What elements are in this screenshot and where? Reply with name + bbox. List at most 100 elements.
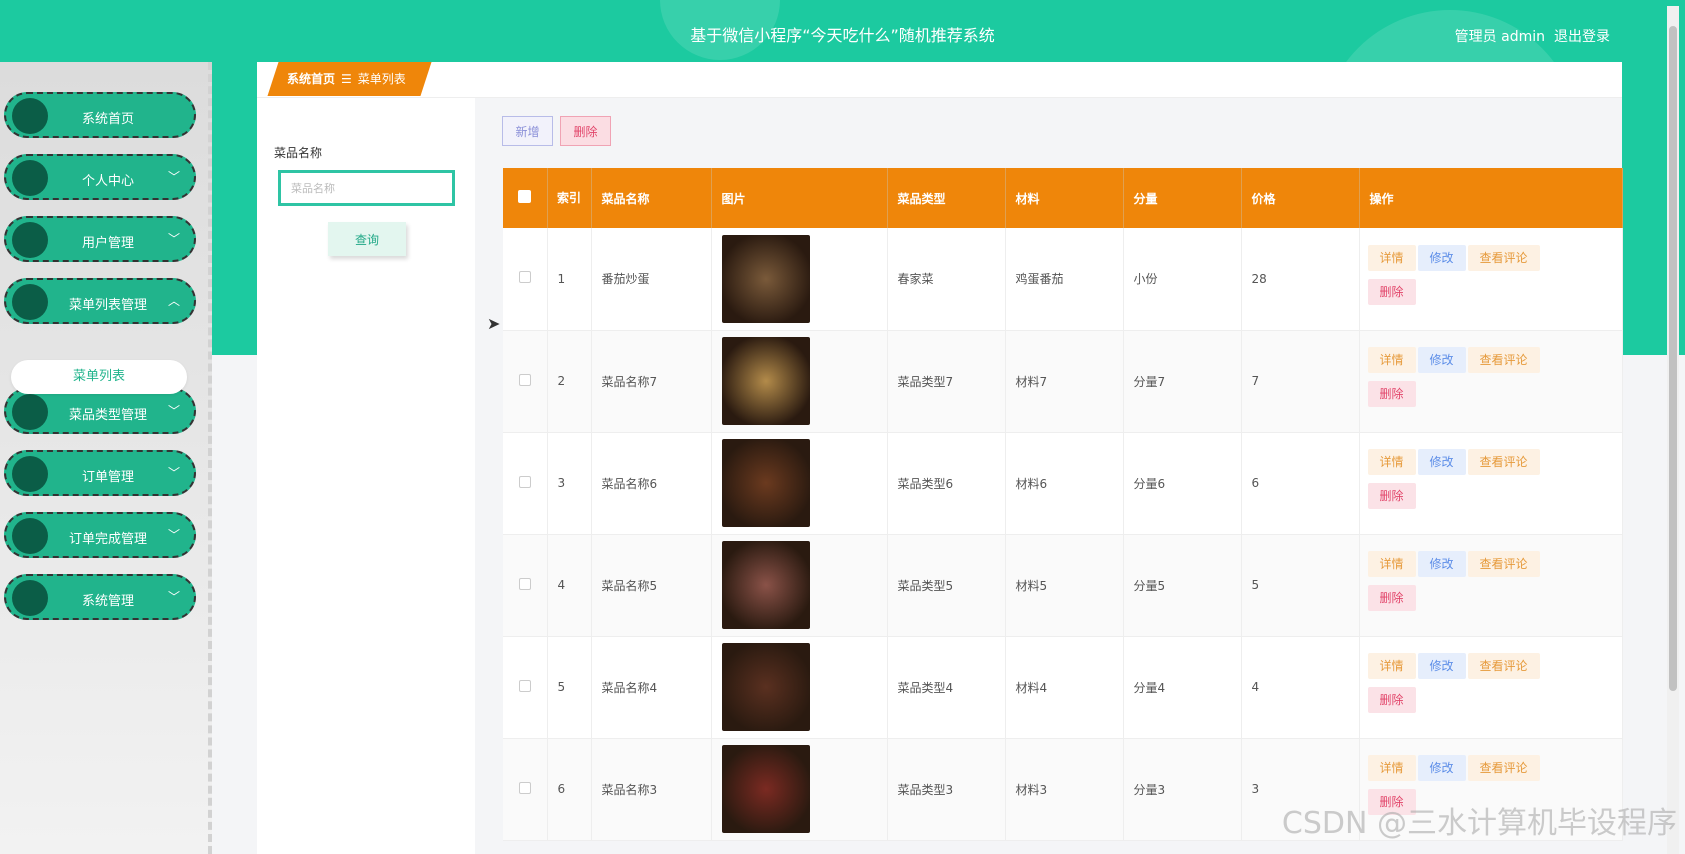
chevron-icon: ﹀ — [167, 232, 180, 246]
chevron-icon: ﹀ — [167, 466, 180, 480]
sidebar-item-1[interactable]: 个人中心 ﹀ — [4, 154, 196, 200]
dish-image — [721, 541, 810, 629]
query-button[interactable]: 查询 — [328, 222, 406, 256]
top-header: 基于微信小程序“今天吃什么”随机推荐系统 管理员 admin 退出登录 — [0, 0, 1685, 270]
view-reviews-button[interactable]: 查看评论 — [1467, 551, 1540, 577]
breadcrumb-home[interactable]: 系统首页 — [287, 72, 335, 86]
view-reviews-button[interactable]: 查看评论 — [1467, 653, 1540, 679]
menu-dot-icon — [12, 394, 48, 430]
chevron-icon: ﹀ — [167, 404, 180, 418]
table-header-row: 索引 菜品名称 图片 菜品类型 材料 分量 价格 操作 — [503, 168, 1623, 228]
sidebar-item-label: 订单管理 — [81, 470, 134, 485]
cell-name: 菜品名称5 — [591, 534, 712, 637]
header-actions: 操作 — [1359, 168, 1623, 228]
cell-portion: 分量4 — [1123, 636, 1242, 739]
edit-button[interactable]: 修改 — [1417, 755, 1466, 781]
cell-price: 6 — [1241, 432, 1360, 535]
edit-button[interactable]: 修改 — [1417, 653, 1466, 679]
menu-dot-icon — [12, 518, 48, 554]
header-index: 索引 — [547, 168, 592, 228]
edit-button[interactable]: 修改 — [1417, 449, 1466, 475]
row-delete-button[interactable]: 删除 — [1367, 381, 1416, 407]
breadcrumb: 系统首页 ☰ 菜单列表 — [267, 62, 432, 96]
admin-user-label: 管理员 admin — [1454, 29, 1545, 45]
cell-type: 菜品类型6 — [887, 432, 1006, 535]
submenu-item-menu-list[interactable]: 菜单列表 — [11, 360, 187, 394]
search-input[interactable] — [278, 170, 455, 206]
cell-actions: 详情 修改 查看评论删除 — [1359, 534, 1623, 637]
detail-button[interactable]: 详情 — [1367, 755, 1416, 781]
detail-button[interactable]: 详情 — [1367, 347, 1416, 373]
header-price: 价格 — [1241, 168, 1360, 228]
row-delete-button[interactable]: 删除 — [1367, 483, 1416, 509]
menu-table: 索引 菜品名称 图片 菜品类型 材料 分量 价格 操作 1 番茄炒蛋 春家菜 鸡蛋番茄… — [503, 168, 1623, 841]
header-name: 菜品名称 — [591, 168, 712, 228]
edit-button[interactable]: 修改 — [1417, 551, 1466, 577]
logout-link[interactable]: 退出登录 — [1554, 26, 1610, 46]
cell-portion: 分量7 — [1123, 330, 1242, 433]
row-delete-button[interactable]: 删除 — [1367, 585, 1416, 611]
row-delete-button[interactable]: 删除 — [1367, 278, 1416, 305]
cell-actions: 详情 修改 查看评论删除 — [1359, 330, 1623, 433]
row-checkbox[interactable] — [503, 534, 548, 637]
edit-button[interactable]: 修改 — [1417, 347, 1466, 373]
chevron-icon: ﹀ — [167, 528, 180, 542]
sidebar-item-7[interactable]: 系统管理 ﹀ — [4, 574, 196, 620]
add-button[interactable]: 新增 — [502, 116, 553, 146]
cell-index: 6 — [547, 738, 592, 841]
table-row: 2 菜品名称7 菜品类型7 材料7 分量7 7 详情 修改 查看评论 删除 — [503, 330, 1623, 433]
view-reviews-button[interactable]: 查看评论 — [1467, 244, 1540, 271]
cell-index: 2 — [547, 330, 592, 433]
view-reviews-button[interactable]: 查看评论 — [1467, 347, 1540, 373]
cell-price: 5 — [1241, 534, 1360, 637]
dish-image — [721, 643, 810, 731]
row-checkbox[interactable] — [503, 228, 548, 331]
menu-dot-icon — [12, 98, 48, 134]
view-reviews-button[interactable]: 查看评论 — [1467, 449, 1540, 475]
row-delete-button[interactable]: 删除 — [1367, 687, 1416, 713]
cell-image — [711, 738, 888, 841]
cell-name: 菜品名称3 — [591, 738, 712, 841]
cell-image — [711, 432, 888, 535]
cell-name: 番茄炒蛋 — [591, 228, 712, 331]
dish-image — [721, 234, 810, 323]
detail-button[interactable]: 详情 — [1367, 449, 1416, 475]
cell-image — [711, 636, 888, 739]
sidebar-item-0[interactable]: 系统首页 — [4, 92, 196, 138]
sidebar-item-6[interactable]: 订单完成管理 ﹀ — [4, 512, 196, 558]
mouse-cursor-icon: ➤ — [487, 314, 501, 333]
sidebar-item-label: 订单完成管理 — [68, 532, 147, 547]
detail-button[interactable]: 详情 — [1367, 244, 1416, 271]
sidebar-item-label: 系统管理 — [81, 594, 134, 609]
delete-button[interactable]: 删除 — [560, 116, 611, 146]
cell-index: 3 — [547, 432, 592, 535]
cell-portion: 分量3 — [1123, 738, 1242, 841]
detail-button[interactable]: 详情 — [1367, 551, 1416, 577]
sidebar-item-label: 菜品类型管理 — [68, 408, 147, 423]
header-portion: 分量 — [1123, 168, 1242, 228]
content-card: 系统首页 ☰ 菜单列表 菜品名称 查询 新增 删除 索引 菜品名称 图片 菜品类型 — [257, 62, 1623, 854]
chevron-icon: ﹀ — [167, 170, 180, 184]
sidebar-item-3[interactable]: 菜单列表管理 ︿ — [4, 278, 196, 324]
breadcrumb-separator-icon: ☰ — [341, 72, 352, 86]
page-scrollbar[interactable] — [1667, 6, 1679, 854]
row-checkbox[interactable] — [503, 432, 548, 535]
row-checkbox[interactable] — [503, 738, 548, 841]
detail-button[interactable]: 详情 — [1367, 653, 1416, 679]
sidebar-item-label: 菜单列表管理 — [68, 298, 147, 313]
sidebar-item-5[interactable]: 订单管理 ﹀ — [4, 450, 196, 496]
row-checkbox[interactable] — [503, 330, 548, 433]
cell-material: 材料3 — [1005, 738, 1124, 841]
scrollbar-thumb[interactable] — [1669, 26, 1677, 691]
chevron-icon: ﹀ — [167, 590, 180, 604]
menu-dot-icon — [12, 580, 48, 616]
edit-button[interactable]: 修改 — [1417, 244, 1466, 271]
dish-image — [721, 439, 810, 527]
sidebar-item-4[interactable]: 菜品类型管理 ﹀ — [4, 388, 196, 434]
select-all-checkbox[interactable] — [503, 168, 548, 228]
sidebar-item-2[interactable]: 用户管理 ﹀ — [4, 216, 196, 262]
row-checkbox[interactable] — [503, 636, 548, 739]
view-reviews-button[interactable]: 查看评论 — [1467, 755, 1540, 781]
search-label: 菜品名称 — [274, 146, 323, 160]
cell-actions: 详情 修改 查看评论删除 — [1359, 636, 1623, 739]
